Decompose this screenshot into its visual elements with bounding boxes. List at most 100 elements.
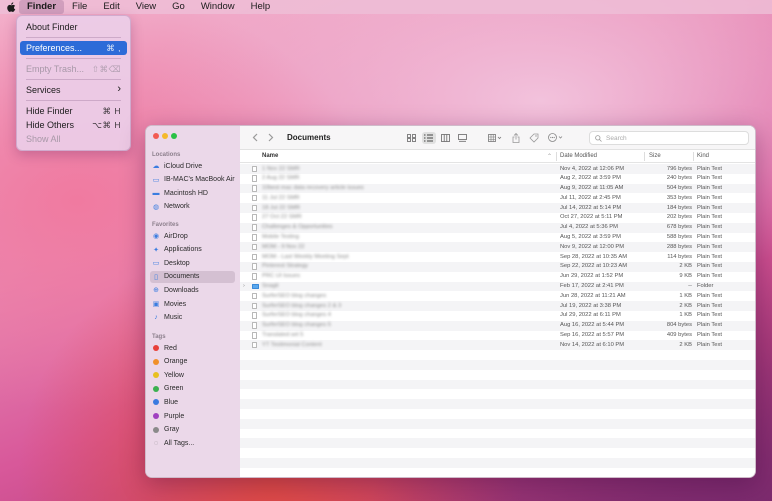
tag-color-dot bbox=[153, 385, 159, 392]
shortcut-label: ⇧⌘⌫ bbox=[91, 64, 121, 74]
column-size-header[interactable]: Size bbox=[649, 153, 661, 159]
table-row[interactable]: SurferSEO blog changes 2 & 3 Jul 19, 2022… bbox=[240, 301, 755, 311]
tag-color-dot bbox=[153, 426, 159, 433]
file-size: 184 bytes bbox=[666, 204, 692, 211]
table-row[interactable]: Pinterest Strategy Sep 22, 2022 at 10:23 … bbox=[240, 261, 755, 272]
sidebar-tag-all-tags-[interactable]: ◌ All Tags... bbox=[150, 437, 235, 449]
sidebar-item-downloads[interactable]: ⊕ Downloads bbox=[150, 284, 235, 296]
table-row[interactable]: PRC UI Issues Jun 29, 2022 at 1:52 PM 9 KB… bbox=[240, 272, 755, 282]
file-name: 27 Oct 22 SMR bbox=[262, 214, 302, 221]
disclosure-triangle-icon[interactable]: › bbox=[243, 283, 245, 289]
tag-button[interactable] bbox=[528, 133, 540, 143]
menu-file[interactable]: File bbox=[64, 0, 95, 14]
menu-window[interactable]: Window bbox=[193, 0, 243, 14]
menu-item-about-finder[interactable]: About Finder bbox=[20, 20, 127, 34]
chevron-right-icon: › bbox=[117, 83, 121, 95]
table-row[interactable]: MOM - 9 Nov 22 Nov 9, 2022 at 12:00 PM 288… bbox=[240, 242, 755, 253]
file-name: Snagit bbox=[262, 283, 279, 290]
back-button[interactable] bbox=[249, 133, 261, 142]
column-view-button[interactable] bbox=[439, 132, 453, 144]
zoom-window-button[interactable] bbox=[171, 133, 177, 139]
table-row[interactable]: 2 Aug 22 SMR Aug 2, 2022 at 3:59 PM 240 by… bbox=[240, 174, 755, 184]
table-row[interactable]: 1 Nov 22 SMR Nov 4, 2022 at 12:06 PM 796 b… bbox=[240, 164, 755, 174]
menu-help[interactable]: Help bbox=[243, 0, 279, 14]
column-divider[interactable] bbox=[556, 152, 557, 161]
menu-item-hide-finder[interactable]: Hide Finder ⌘ H bbox=[20, 104, 127, 118]
sidebar-tag-red[interactable]: Red bbox=[150, 342, 235, 354]
menu-item-services[interactable]: Services › bbox=[20, 83, 127, 97]
table-row[interactable]: 11 Jul 22 SMR Jul 11, 2022 at 2:45 PM 353 … bbox=[240, 193, 755, 203]
table-row[interactable]: SurferSEO blog changes 5 Aug 16, 2022 at … bbox=[240, 320, 755, 331]
menu-view[interactable]: View bbox=[128, 0, 164, 14]
menu-item-preferences[interactable]: Preferences... ⌘ , bbox=[20, 41, 127, 55]
file-name: Challenges & Opportunities bbox=[262, 224, 333, 231]
table-row[interactable]: Translated set 5 Sep 16, 2022 at 5:57 PM 4… bbox=[240, 331, 755, 341]
text-file-icon bbox=[252, 204, 257, 212]
group-by-button[interactable] bbox=[486, 133, 504, 142]
table-row[interactable]: Mobile Testing Aug 5, 2022 at 3:59 PM 588 … bbox=[240, 233, 755, 243]
table-row[interactable]: SurferSEO blog changes 4 Jul 29, 2022 at … bbox=[240, 311, 755, 321]
table-row[interactable]: 10best mac data recovery article issues A… bbox=[240, 183, 755, 194]
sidebar-item-network[interactable]: ◍ Network bbox=[150, 201, 235, 213]
text-file-icon bbox=[252, 234, 257, 241]
sidebar-item-label: Applications bbox=[164, 246, 202, 254]
sidebar-tag-green[interactable]: Green bbox=[150, 383, 235, 395]
menu-item-hide-others[interactable]: Hide Others ⌥⌘ H bbox=[20, 118, 127, 132]
menu-go[interactable]: Go bbox=[164, 0, 193, 14]
list-view-button[interactable] bbox=[421, 131, 436, 144]
grid-icon bbox=[407, 133, 416, 142]
sidebar-item-movies[interactable]: ▣ Movies bbox=[150, 298, 235, 310]
empty-row bbox=[240, 389, 755, 399]
share-button[interactable] bbox=[510, 132, 522, 143]
icon-view-button[interactable] bbox=[405, 132, 419, 144]
table-row[interactable]: YT Testimonial Content Nov 14, 2022 at 6:… bbox=[240, 340, 755, 351]
file-size: 804 bytes bbox=[666, 322, 692, 329]
forward-button[interactable] bbox=[265, 133, 277, 142]
sidebar-item-music[interactable]: ♪ Music bbox=[150, 312, 235, 324]
file-date: Oct 27, 2022 at 5:11 PM bbox=[560, 214, 623, 221]
menu-edit[interactable]: Edit bbox=[95, 0, 127, 14]
file-size: 202 bytes bbox=[666, 214, 692, 221]
file-date: Aug 5, 2022 at 3:59 PM bbox=[560, 234, 621, 241]
table-row[interactable]: SurferSEO blog changes Jun 28, 2022 at 11… bbox=[240, 291, 755, 301]
gallery-view-button[interactable] bbox=[456, 132, 470, 144]
sidebar-item-documents[interactable]: ▯ Documents bbox=[150, 270, 235, 283]
sidebar-item-airdrop[interactable]: ◉ AirDrop bbox=[150, 230, 235, 242]
folder-icon bbox=[252, 283, 259, 290]
sidebar-item-macintosh-hd[interactable]: ▬ Macintosh HD bbox=[150, 187, 235, 199]
action-menu-button[interactable] bbox=[546, 133, 566, 142]
sidebar-tag-yellow[interactable]: Yellow bbox=[150, 369, 235, 381]
sidebar-item-desktop[interactable]: ▭ Desktop bbox=[150, 257, 235, 269]
table-row[interactable]: 27 Oct 22 SMR Oct 27, 2022 at 5:11 PM 202 … bbox=[240, 213, 755, 223]
download-icon: ⊕ bbox=[153, 287, 159, 295]
sidebar-tag-purple[interactable]: Purple bbox=[150, 410, 235, 422]
table-row[interactable]: MOM - Last Weekly Meeting Sept Sep 28, 20… bbox=[240, 252, 755, 262]
table-row[interactable]: Challenges & Opportunities Jul 4, 2022 at… bbox=[240, 222, 755, 233]
minimize-window-button[interactable] bbox=[162, 133, 168, 139]
sidebar-tag-blue[interactable]: Blue bbox=[150, 396, 235, 408]
column-name-header[interactable]: Name bbox=[262, 153, 278, 159]
file-size: 353 bytes bbox=[666, 194, 692, 201]
column-divider[interactable] bbox=[693, 152, 694, 161]
sort-ascending-icon[interactable]: ⌃ bbox=[547, 153, 552, 160]
table-row[interactable]: › Snagit Feb 17, 2022 at 2:41 PM -- Folder bbox=[240, 281, 755, 292]
group-icon bbox=[487, 133, 501, 142]
sidebar-item-icloud-drive[interactable]: ☁ iCloud Drive bbox=[150, 160, 235, 172]
column-date-header[interactable]: Date Modified bbox=[560, 153, 597, 159]
sidebar-tag-orange[interactable]: Orange bbox=[150, 356, 235, 368]
shortcut-label: ⌥⌘ H bbox=[92, 120, 121, 130]
menu-finder[interactable]: Finder bbox=[19, 0, 65, 14]
sidebar-item-ib-mac-s-macbook-air[interactable]: ▭ IB-MAC's MacBook Air bbox=[150, 174, 235, 186]
tag-color-dot bbox=[153, 345, 159, 351]
apple-menu-icon[interactable] bbox=[3, 2, 19, 12]
table-row[interactable]: 18 Jul 22 SMR Jul 14, 2022 at 5:14 PM 184 … bbox=[240, 203, 755, 213]
close-window-button[interactable] bbox=[153, 133, 159, 139]
column-divider[interactable] bbox=[644, 152, 645, 161]
search-field[interactable]: Search bbox=[589, 131, 749, 145]
main-pane: Documents Search Name ⌃ Date Modified Si… bbox=[240, 126, 755, 477]
sidebar-item-label: Documents bbox=[164, 273, 200, 281]
column-kind-header[interactable]: Kind bbox=[697, 153, 709, 159]
sidebar-item-applications[interactable]: ✦ Applications bbox=[150, 244, 235, 256]
chevron-left-icon bbox=[252, 133, 258, 142]
sidebar-tag-gray[interactable]: Gray bbox=[150, 424, 235, 436]
